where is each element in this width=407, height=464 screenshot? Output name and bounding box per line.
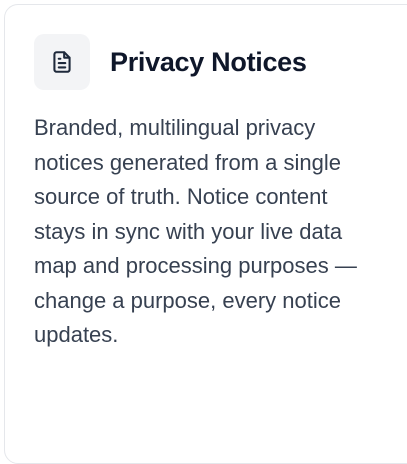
document-text-icon: [53, 51, 71, 73]
card-description: Branded, multilingual privacy notices ge…: [34, 115, 357, 347]
icon-tile: [34, 34, 90, 90]
card-title: Privacy Notices: [110, 46, 307, 77]
privacy-notices-card: Privacy Notices Branded, multilingual pr…: [4, 4, 407, 464]
card-header: Privacy Notices: [34, 34, 307, 90]
